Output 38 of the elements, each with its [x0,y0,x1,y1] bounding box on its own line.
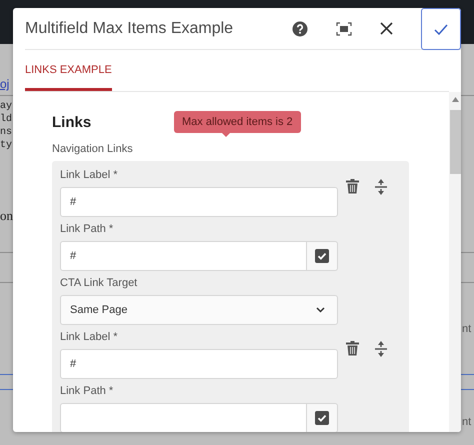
input-field[interactable]: # [60,349,338,379]
picker-button[interactable] [307,241,338,271]
tab[interactable]: LINKS EXAMPLE [25,50,112,91]
code-line: ay [0,100,12,113]
trash-icon[interactable] [346,179,359,194]
check-icon [434,24,448,34]
code-line: ns [0,126,12,139]
reorder-icon[interactable] [375,341,387,357]
help-icon[interactable] [292,20,308,36]
page-link[interactable]: oj [0,77,10,91]
field-label: Link Path * [60,223,114,235]
input-field[interactable]: # [60,241,307,271]
field-label: CTA Link Target [60,277,138,289]
section-title: Links [52,114,92,131]
close-icon[interactable] [380,22,393,35]
scrollbar[interactable] [449,92,461,432]
field-label: Link Label * [60,169,118,181]
page-label: on [0,208,13,224]
field-label: Navigation Links [52,143,133,155]
reorder-icon[interactable] [375,179,387,195]
page-label: nt [462,416,472,428]
trash-icon[interactable] [346,341,359,356]
checkbox-icon [315,249,329,263]
code-line: ld [0,113,12,126]
picker-button[interactable] [307,403,338,432]
scroll-thumb[interactable] [450,110,460,174]
input-field[interactable]: # [60,187,338,217]
input-field[interactable] [60,403,307,432]
dropdown[interactable]: Same Page [60,295,338,325]
dialog-title: Multifield Max Items Example [25,20,234,38]
checkbox-icon [315,411,329,425]
page-label: nt [462,323,472,335]
done-button[interactable] [421,8,461,50]
fullscreen-icon[interactable] [336,22,352,36]
field-label: Link Path * [60,385,114,397]
code-line: ty [0,139,12,152]
chevron-down-icon [316,307,325,313]
field-label: Link Label * [60,331,118,343]
